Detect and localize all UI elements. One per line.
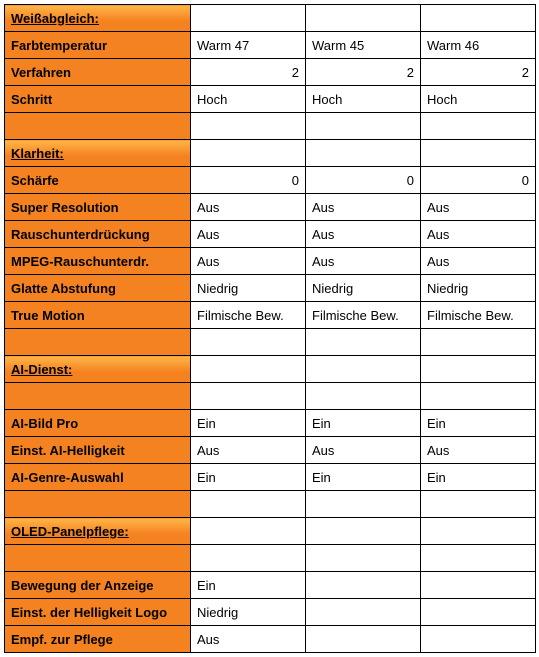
cell-value: Filmische Bew. [306, 302, 421, 329]
row-rausch: Rauschunterdrückung Aus Aus Aus [5, 221, 536, 248]
cell-value: Hoch [191, 86, 306, 113]
row-schritt: Schritt Hoch Hoch Hoch [5, 86, 536, 113]
empty-row [5, 383, 536, 410]
row-label: MPEG-Rauschunterdr. [5, 248, 191, 275]
empty-row [5, 329, 536, 356]
cell-value: 2 [421, 59, 536, 86]
cell-value [306, 626, 421, 653]
section-row-klarheit: Klarheit: [5, 140, 536, 167]
row-label: AI-Genre-Auswahl [5, 464, 191, 491]
section-header: Klarheit: [5, 140, 191, 167]
cell-value: Niedrig [306, 275, 421, 302]
row-superres: Super Resolution Aus Aus Aus [5, 194, 536, 221]
cell-value [421, 626, 536, 653]
settings-table: Weißabgleich: Farbtemperatur Warm 47 War… [4, 4, 536, 653]
cell-value: Ein [421, 410, 536, 437]
cell-value: Ein [191, 410, 306, 437]
cell-value: Filmische Bew. [191, 302, 306, 329]
row-glatte: Glatte Abstufung Niedrig Niedrig Niedrig [5, 275, 536, 302]
cell-value: Aus [306, 248, 421, 275]
row-aibildpro: AI-Bild Pro Ein Ein Ein [5, 410, 536, 437]
row-label: Schärfe [5, 167, 191, 194]
section-row-weissabgleich: Weißabgleich: [5, 5, 536, 32]
section-row-aidienst: AI-Dienst: [5, 356, 536, 383]
cell-value: Ein [306, 410, 421, 437]
cell-value: Warm 45 [306, 32, 421, 59]
row-label: Super Resolution [5, 194, 191, 221]
cell-value: Aus [421, 248, 536, 275]
cell-value: Hoch [421, 86, 536, 113]
section-header: Weißabgleich: [5, 5, 191, 32]
row-label: Bewegung der Anzeige [5, 572, 191, 599]
cell-value: Aus [421, 221, 536, 248]
row-farbtemperatur: Farbtemperatur Warm 47 Warm 45 Warm 46 [5, 32, 536, 59]
cell-value: Aus [421, 437, 536, 464]
row-mpeg: MPEG-Rauschunterdr. Aus Aus Aus [5, 248, 536, 275]
cell-value: 0 [191, 167, 306, 194]
cell-value: 0 [421, 167, 536, 194]
cell-value: 2 [306, 59, 421, 86]
cell-value: Ein [191, 464, 306, 491]
row-bewegung: Bewegung der Anzeige Ein [5, 572, 536, 599]
cell-value: Aus [306, 221, 421, 248]
row-label: Schritt [5, 86, 191, 113]
cell-value: Ein [421, 464, 536, 491]
empty-row [5, 113, 536, 140]
cell-value: Aus [191, 221, 306, 248]
row-aigenre: AI-Genre-Auswahl Ein Ein Ein [5, 464, 536, 491]
row-label: Empf. zur Pflege [5, 626, 191, 653]
cell-value [421, 572, 536, 599]
empty-row [5, 545, 536, 572]
row-aihell: Einst. AI-Helligkeit Aus Aus Aus [5, 437, 536, 464]
cell-value: Aus [191, 194, 306, 221]
section-header: OLED-Panelpflege: [5, 518, 191, 545]
cell-value: Ein [191, 572, 306, 599]
cell-value: Warm 47 [191, 32, 306, 59]
section-header: AI-Dienst: [5, 356, 191, 383]
cell-value [421, 599, 536, 626]
cell-value: 2 [191, 59, 306, 86]
cell-value [306, 599, 421, 626]
cell-value: 0 [306, 167, 421, 194]
row-label: True Motion [5, 302, 191, 329]
row-empf: Empf. zur Pflege Aus [5, 626, 536, 653]
row-label: Einst. AI-Helligkeit [5, 437, 191, 464]
row-schaerfe: Schärfe 0 0 0 [5, 167, 536, 194]
cell-value: Niedrig [191, 599, 306, 626]
cell-value: Niedrig [421, 275, 536, 302]
cell-value: Aus [191, 437, 306, 464]
row-label: Verfahren [5, 59, 191, 86]
row-truemotion: True Motion Filmische Bew. Filmische Bew… [5, 302, 536, 329]
row-label: Glatte Abstufung [5, 275, 191, 302]
cell-value: Aus [191, 248, 306, 275]
cell-value: Hoch [306, 86, 421, 113]
cell-value: Filmische Bew. [421, 302, 536, 329]
cell-value [306, 572, 421, 599]
section-row-oled: OLED-Panelpflege: [5, 518, 536, 545]
cell-value: Niedrig [191, 275, 306, 302]
row-verfahren: Verfahren 2 2 2 [5, 59, 536, 86]
cell-value: Aus [306, 437, 421, 464]
empty-row [5, 491, 536, 518]
row-helllogo: Einst. der Helligkeit Logo Niedrig [5, 599, 536, 626]
row-label: Farbtemperatur [5, 32, 191, 59]
cell-value: Aus [421, 194, 536, 221]
cell-value: Aus [191, 626, 306, 653]
row-label: Einst. der Helligkeit Logo [5, 599, 191, 626]
cell-value: Warm 46 [421, 32, 536, 59]
cell-value: Aus [306, 194, 421, 221]
cell-value: Ein [306, 464, 421, 491]
row-label: AI-Bild Pro [5, 410, 191, 437]
row-label: Rauschunterdrückung [5, 221, 191, 248]
